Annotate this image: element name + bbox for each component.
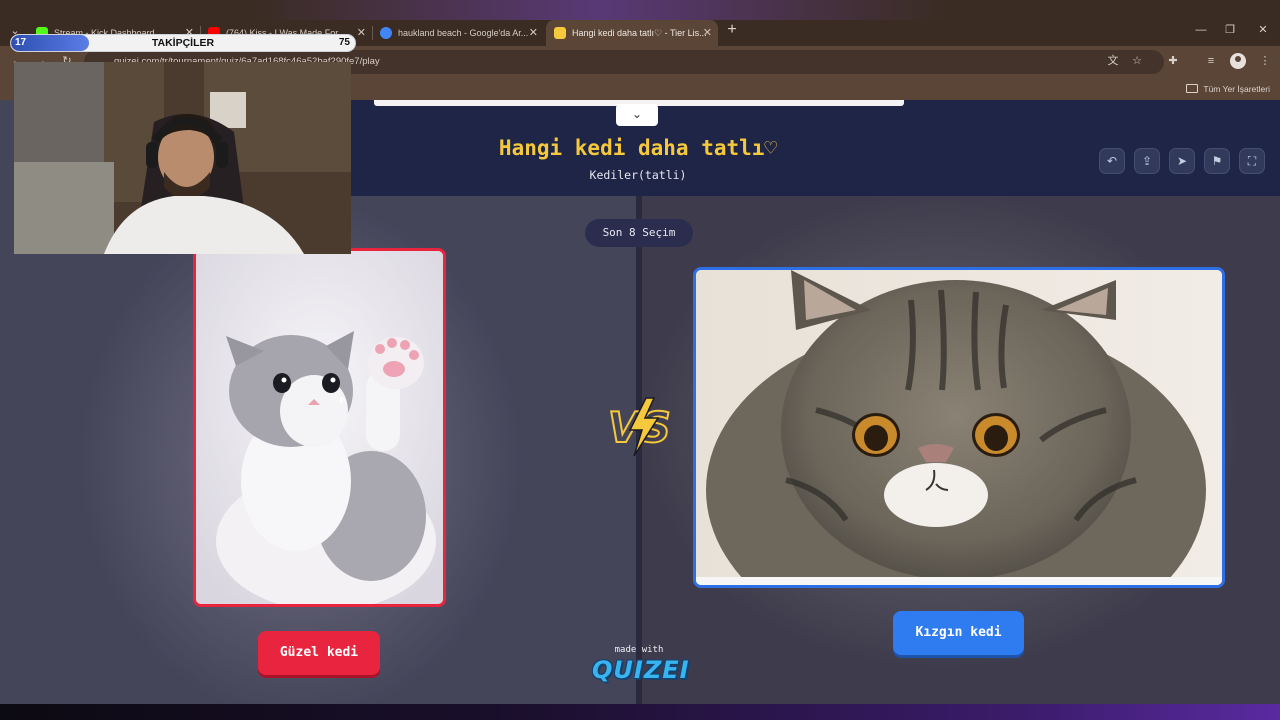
media-controls-icon[interactable]: ≡ bbox=[1202, 52, 1220, 70]
left-choice-image[interactable] bbox=[193, 248, 446, 607]
browser-menu-icon[interactable]: ⋮ bbox=[1256, 52, 1274, 70]
quiz-title: Hangi kedi daha tatlı♡ bbox=[498, 136, 778, 160]
follower-goal-bar: 17 TAKİPÇİLER 75 bbox=[10, 34, 356, 52]
close-tab-icon[interactable]: ✕ bbox=[529, 20, 538, 46]
translate-icon[interactable]: 文 bbox=[1104, 52, 1122, 70]
tab-google-search[interactable]: haukland beach - Google'da Ar... ✕ bbox=[372, 20, 544, 46]
made-with-label: made with bbox=[614, 645, 664, 655]
send-icon[interactable]: ➤ bbox=[1169, 148, 1195, 174]
tab-title: haukland beach - Google'da Ar... bbox=[398, 28, 529, 38]
share-icon[interactable]: ⇪ bbox=[1134, 148, 1160, 174]
extensions-icon[interactable]: ✚ bbox=[1164, 52, 1182, 70]
kitten-photo bbox=[196, 251, 443, 604]
bookmarks-folder-label: Tüm Yer İşaretleri bbox=[1203, 84, 1270, 94]
follower-goal-target: 75 bbox=[338, 37, 350, 48]
google-favicon-icon bbox=[380, 27, 392, 39]
versus-emblem: VS bbox=[604, 396, 676, 458]
exotic-cat-photo bbox=[696, 270, 1222, 585]
quiz-subtitle: Kediler(tatli) bbox=[589, 168, 687, 182]
flag-icon[interactable]: ⚑ bbox=[1204, 148, 1230, 174]
left-choice-button[interactable]: Güzel kedi bbox=[258, 631, 380, 675]
bookmark-star-icon[interactable]: ☆ bbox=[1128, 52, 1146, 70]
webcam-video bbox=[14, 62, 351, 254]
close-window-icon[interactable]: ✕ bbox=[1254, 20, 1272, 40]
folder-icon bbox=[1186, 84, 1199, 93]
vs-lightning-icon: VS bbox=[607, 397, 672, 457]
profile-avatar[interactable] bbox=[1230, 53, 1246, 69]
collapse-chevron-icon[interactable]: ⌄ bbox=[616, 104, 658, 126]
close-tab-icon[interactable]: ✕ bbox=[357, 20, 366, 46]
follower-goal-label: TAKİPÇİLER bbox=[151, 37, 215, 49]
tab-title: Hangi kedi daha tatlı♡ - Tier Lis... bbox=[572, 28, 707, 38]
minimize-icon[interactable]: — bbox=[1192, 20, 1210, 40]
fullscreen-icon[interactable]: ⛶ bbox=[1239, 148, 1265, 174]
round-badge: Son 8 Seçim bbox=[585, 219, 693, 247]
tab-quizei-active[interactable]: Hangi kedi daha tatlı♡ - Tier Lis... ✕ bbox=[546, 20, 718, 46]
new-tab-plus-icon[interactable]: + bbox=[724, 20, 740, 40]
stream-frame-bottom bbox=[0, 704, 1280, 720]
right-choice-button[interactable]: Kızgın kedi bbox=[893, 611, 1024, 655]
quizei-favicon-icon bbox=[554, 27, 566, 39]
right-choice-image[interactable] bbox=[693, 267, 1225, 588]
streamer-webcam bbox=[14, 62, 351, 254]
screen: { "browser": { "tabs": [ {"title": "Stre… bbox=[0, 0, 1280, 720]
undo-icon[interactable]: ↶ bbox=[1099, 148, 1125, 174]
quizei-logo[interactable]: QUIZEI bbox=[592, 656, 689, 684]
stream-frame-glow bbox=[250, 0, 950, 20]
maximize-icon[interactable]: ❐ bbox=[1221, 20, 1239, 40]
close-tab-icon[interactable]: ✕ bbox=[703, 20, 712, 46]
all-bookmarks-folder[interactable]: Tüm Yer İşaretleri bbox=[1186, 82, 1270, 96]
